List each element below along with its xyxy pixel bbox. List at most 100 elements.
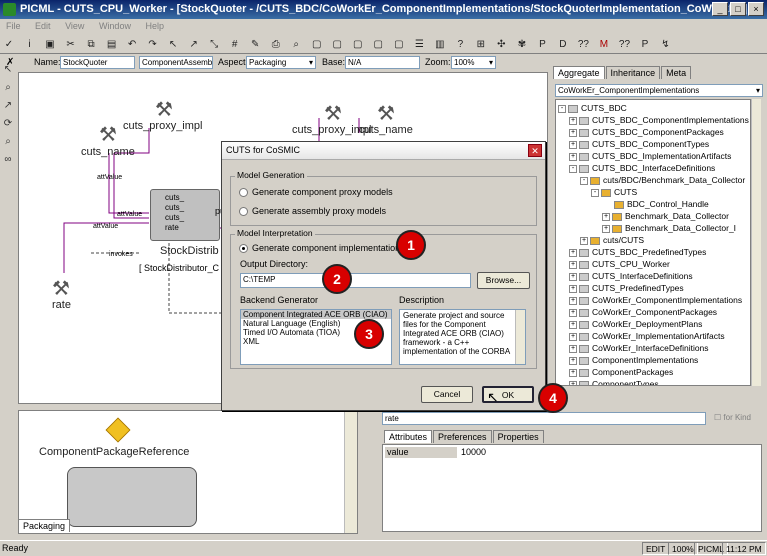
expand-icon[interactable]: + bbox=[569, 152, 577, 161]
tree-item[interactable]: + ComponentTypes bbox=[558, 378, 750, 385]
model-tree[interactable]: - CUTS_BDC + CUTS_BDC_ComponentImplementati… bbox=[555, 99, 751, 386]
tree-item[interactable]: + CUTS_BDC_ComponentPackages bbox=[558, 126, 750, 138]
cascade-icon[interactable]: ▥ bbox=[433, 38, 447, 52]
tab-properties[interactable]: Properties bbox=[492, 430, 544, 443]
arrow-icon[interactable]: ↯ bbox=[659, 38, 673, 52]
expand-icon[interactable]: + bbox=[569, 284, 577, 293]
info-icon[interactable]: i bbox=[23, 38, 37, 52]
tree-item[interactable]: - CUTS_BDC bbox=[558, 102, 750, 114]
tab-packaging[interactable]: Packaging bbox=[18, 519, 71, 532]
disconnect-icon[interactable]: ⤡ bbox=[207, 38, 221, 52]
menu-help[interactable]: Help bbox=[139, 19, 170, 33]
help-icon[interactable]: ? bbox=[453, 38, 467, 52]
backend-item[interactable]: Component Integrated ACE ORB (CIAO) bbox=[241, 310, 391, 319]
output-directory-input[interactable]: C:\TEMP bbox=[240, 273, 471, 288]
for-kind-checkbox[interactable]: ☐ for Kind bbox=[714, 413, 751, 422]
tree-scrollbar[interactable] bbox=[751, 99, 761, 386]
package-icon[interactable] bbox=[105, 417, 131, 443]
expand-icon[interactable]: + bbox=[569, 332, 577, 341]
set-icon[interactable]: # bbox=[228, 38, 242, 52]
expand-icon[interactable]: + bbox=[569, 368, 577, 377]
undo-icon[interactable]: ↶ bbox=[125, 38, 139, 52]
tool-icon-proxy-impl-2[interactable]: ⚒ bbox=[324, 101, 342, 126]
copy-icon[interactable]: ⧉ bbox=[84, 38, 98, 52]
layout-icon-2[interactable]: ▢ bbox=[330, 38, 344, 52]
menu-window[interactable]: Window bbox=[93, 19, 137, 33]
expand-icon[interactable]: + bbox=[569, 320, 577, 329]
expand-icon[interactable]: + bbox=[569, 380, 577, 385]
check-icon[interactable]: ✓ bbox=[2, 38, 16, 52]
name-field[interactable]: StockQuoter bbox=[60, 56, 135, 69]
set-tool-icon[interactable]: ⟳ bbox=[1, 118, 15, 132]
tool-icon-proxy-impl[interactable]: ⚒ bbox=[155, 97, 173, 122]
tree-item[interactable]: - cuts/BDC/Benchmark_Data_Collector bbox=[558, 174, 750, 186]
minimize-button[interactable]: _ bbox=[712, 2, 728, 16]
tree-item[interactable]: + CoWorkEr_InterfaceDefinitions bbox=[558, 342, 750, 354]
expand-icon[interactable]: + bbox=[569, 248, 577, 257]
zoom-select[interactable]: 100% ▾ bbox=[451, 56, 496, 69]
expand-icon[interactable]: + bbox=[569, 140, 577, 149]
aspect-select[interactable]: Packaging ▾ bbox=[246, 56, 316, 69]
tree-item[interactable]: + CUTS_CPU_Worker bbox=[558, 258, 750, 270]
m-icon[interactable]: M bbox=[597, 38, 611, 52]
component-icon[interactable]: ✣ bbox=[494, 38, 508, 52]
cancel-button[interactable]: Cancel bbox=[421, 386, 473, 403]
select-tool-icon[interactable]: ↖ bbox=[1, 64, 15, 78]
layout-icon-1[interactable]: ▢ bbox=[310, 38, 324, 52]
layout-icon-4[interactable]: ▢ bbox=[371, 38, 385, 52]
expand-icon[interactable]: + bbox=[569, 116, 577, 125]
layout-icon-5[interactable]: ▢ bbox=[392, 38, 406, 52]
tool-icon-name-2[interactable]: ⚒ bbox=[377, 101, 395, 126]
tree-item[interactable]: + CUTS_BDC_ImplementationArtifacts bbox=[558, 150, 750, 162]
tab-inheritance[interactable]: Inheritance bbox=[605, 66, 661, 79]
tree-item[interactable]: + ComponentImplementations bbox=[558, 354, 750, 366]
zoom-icon[interactable]: ⌕ bbox=[289, 38, 303, 52]
link-tool-icon[interactable]: ∞ bbox=[1, 154, 15, 168]
d-icon[interactable]: D bbox=[556, 38, 570, 52]
expand-icon[interactable]: + bbox=[569, 308, 577, 317]
tree-item[interactable]: + ComponentPackages bbox=[558, 366, 750, 378]
paste-icon[interactable]: ▤ bbox=[105, 38, 119, 52]
maximize-button[interactable]: □ bbox=[730, 2, 746, 16]
expand-icon[interactable]: + bbox=[569, 272, 577, 281]
tree-item[interactable]: BDC_Control_Handle bbox=[558, 198, 750, 210]
expand-icon[interactable]: + bbox=[602, 212, 610, 221]
query-icon-2[interactable]: ?? bbox=[617, 38, 631, 52]
p-icon[interactable]: P bbox=[535, 38, 549, 52]
component-stockdistributor[interactable]: cuts_ cuts_ cuts_ rate bbox=[150, 189, 220, 241]
expand-icon[interactable]: - bbox=[558, 104, 566, 113]
pointer-icon[interactable]: ↖ bbox=[166, 38, 180, 52]
tree-item[interactable]: + CUTS_InterfaceDefinitions bbox=[558, 270, 750, 282]
expand-icon[interactable]: + bbox=[602, 224, 610, 233]
tree-item[interactable]: + CoWorkEr_ComponentImplementations bbox=[558, 294, 750, 306]
tree-item[interactable]: + Benchmark_Data_Collector_I bbox=[558, 222, 750, 234]
expand-icon[interactable]: - bbox=[591, 188, 599, 197]
dialog-close-button[interactable]: ✕ bbox=[528, 144, 542, 157]
tree-item[interactable]: + CUTS_BDC_ComponentImplementations bbox=[558, 114, 750, 126]
expand-icon[interactable]: - bbox=[580, 176, 588, 185]
tool-icon-rate[interactable]: ⚒ bbox=[52, 276, 70, 301]
component-impl-radio[interactable]: Generate component implementation bbox=[239, 243, 400, 254]
save-icon[interactable]: ▣ bbox=[43, 38, 57, 52]
tree-item[interactable]: + cuts/CUTS bbox=[558, 234, 750, 246]
browse-button[interactable]: Browse... bbox=[477, 272, 530, 289]
package-reference-part[interactable] bbox=[67, 467, 197, 527]
ph-icon[interactable]: P bbox=[638, 38, 652, 52]
tree-item[interactable]: + CoWorkEr_ComponentPackages bbox=[558, 306, 750, 318]
proxy-models-radio[interactable]: Generate component proxy models bbox=[239, 187, 393, 198]
layout-icon-3[interactable]: ▢ bbox=[351, 38, 365, 52]
tree-item[interactable]: + CUTS_BDC_ComponentTypes bbox=[558, 138, 750, 150]
expand-icon[interactable]: + bbox=[569, 344, 577, 353]
tree-item[interactable]: - CUTS bbox=[558, 186, 750, 198]
grid-icon[interactable]: ⊞ bbox=[474, 38, 488, 52]
tab-preferences[interactable]: Preferences bbox=[433, 430, 492, 443]
attribute-value[interactable]: 10000 bbox=[459, 447, 759, 458]
menu-edit[interactable]: Edit bbox=[29, 19, 57, 33]
tab-meta[interactable]: Meta bbox=[661, 66, 692, 79]
tile-icon[interactable]: ☰ bbox=[412, 38, 426, 52]
redo-icon[interactable]: ↷ bbox=[146, 38, 160, 52]
part-browser-scrollbar[interactable] bbox=[344, 411, 357, 533]
folder-selector[interactable]: CoWorkEr_ComponentImplementations ▾ bbox=[555, 84, 763, 97]
tree-item[interactable]: - CUTS_BDC_InterfaceDefinitions bbox=[558, 162, 750, 174]
zoom-tool-icon[interactable]: ⌕ bbox=[1, 82, 15, 96]
